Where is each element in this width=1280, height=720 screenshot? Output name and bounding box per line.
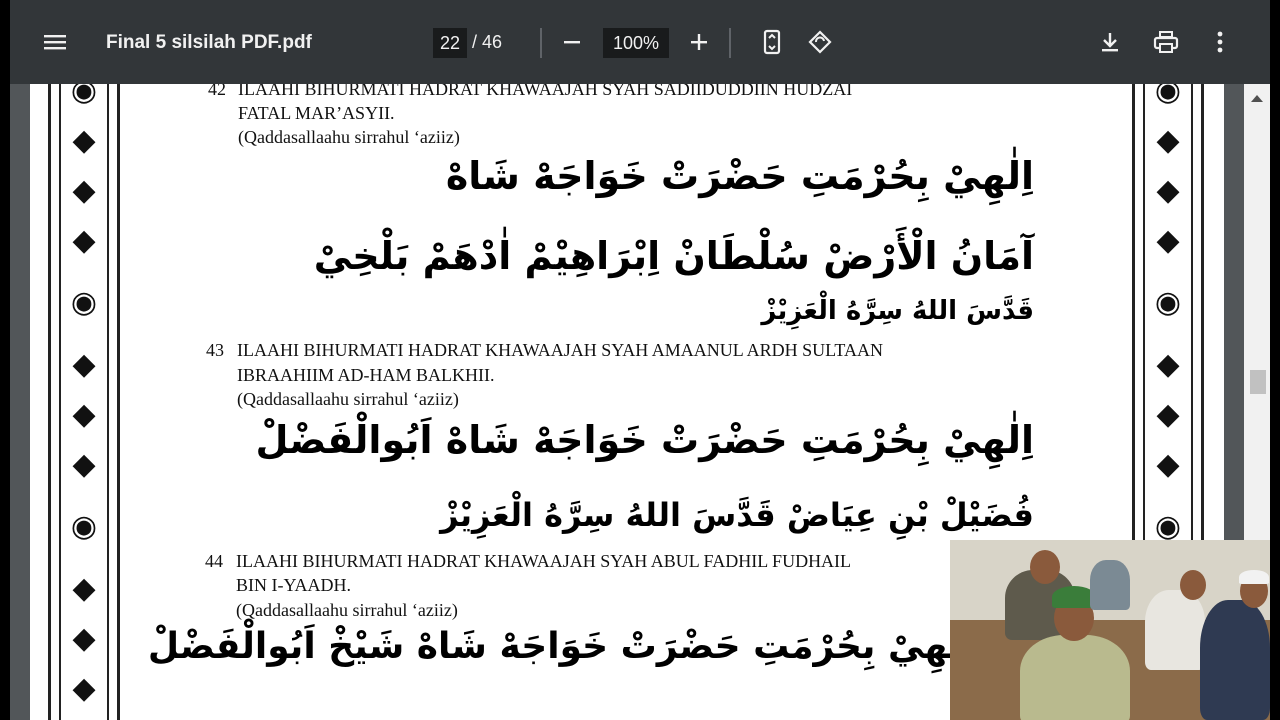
webcam-video-overlay [950,540,1270,720]
arabic-line: اِلٰهِيْ بِحُرْمَتِ حَضْرَتْ خَوَاجَهْ ش… [255,418,1034,462]
video-person-head [1030,550,1060,584]
entry-line: BIN I-YAADH. [236,575,351,595]
border-ornament-icon: ◉ [1154,84,1182,108]
video-person-head [1180,570,1206,600]
rotate-icon[interactable] [806,28,834,56]
menu-icon[interactable] [42,30,68,54]
arabic-line: قَدَّسَ اللهُ سِرَّهُ الْعَزِيْزْ [761,296,1034,326]
border-ornament-icon: ◆ [72,173,96,208]
entry-blessing: (Qaddasallaahu sirrahul ‘aziiz) [238,127,460,147]
entry-blessing: (Qaddasallaahu sirrahul ‘aziiz) [236,600,458,620]
entry-line: ILAAHI BIHURMATI HADRAT KHAWAAJAH SYAH A… [236,551,852,571]
arabic-line: اِلٰهِيْ بِحُرْمَتِ حَضْرَتْ خَوَاجَهْ ش… [445,154,1034,198]
scroll-up-arrow-icon[interactable] [1250,90,1264,108]
document-title: Final 5 silsilah PDF.pdf [106,32,312,53]
page-number-input[interactable]: 22 [433,28,467,58]
border-ornament-icon: ◆ [72,123,96,158]
border-ornament-icon: ◉ [70,285,98,320]
zoom-level-input[interactable]: 100% [603,28,669,58]
entry-number: 44 [205,551,223,571]
border-ornament-icon: ◆ [72,447,96,482]
arabic-line: آمَانُ الْأَرْضْ سُلْطَانْ اِبْرَاهِيْمْ… [313,234,1034,278]
toolbar-divider [729,28,731,58]
arabic-line: فُضَيْلْ بْنِ عِيَاضْ قَدَّسَ اللهُ سِرَ… [440,496,1034,534]
border-ornament-icon: ◆ [1156,447,1180,482]
border-ornament-icon: ◉ [70,509,98,544]
border-ornament-icon: ◆ [1156,123,1180,158]
border-ornament-icon: ◉ [1154,509,1182,544]
border-ornament-icon: ◆ [72,671,96,706]
video-person [1090,560,1130,610]
border-ornament-icon: ◆ [72,347,96,382]
entry-line: ILAAHI BIHURMATI HADRAT KHAWAAJAH SYAH S… [238,84,853,99]
entry-line: ILAAHI BIHURMATI HADRAT KHAWAAJAH SYAH A… [237,340,883,360]
download-icon[interactable] [1098,30,1122,54]
video-person [1145,590,1205,670]
zoom-out-icon[interactable] [560,30,584,54]
entry-line: FATAL MAR’ASYII. [238,103,395,123]
border-ornament-icon: ◆ [1156,223,1180,258]
scrollbar-thumb[interactable] [1250,370,1266,394]
border-ornament-icon: ◆ [72,571,96,606]
more-icon[interactable] [1210,30,1230,54]
page-total: / 46 [472,32,503,52]
fit-page-icon[interactable] [760,28,784,56]
border-ornament-icon: ◆ [72,223,96,258]
video-person [1200,600,1270,720]
border-ornament-icon: ◆ [1156,347,1180,382]
pdf-toolbar: Final 5 silsilah PDF.pdf 22 / 46 100% [10,0,1270,84]
border-ornament-icon: ◉ [70,84,98,108]
border-ornament-icon: ◆ [72,397,96,432]
ornamental-border-left: ◉ ◆ ◆ ◆ ◉ ◆ ◆ ◆ ◉ ◆ ◆ ◆ [48,84,120,720]
video-person [1020,635,1130,720]
entry-line: IBRAAHIIM AD-HAM BALKHII. [237,365,495,385]
border-ornament-icon: ◆ [1156,397,1180,432]
toolbar-divider [540,28,542,58]
entry-number: 42 [208,84,226,99]
border-ornament-icon: ◆ [1156,173,1180,208]
zoom-in-icon[interactable] [687,30,711,54]
entry-blessing: (Qaddasallaahu sirrahul ‘aziiz) [237,389,459,409]
border-ornament-icon: ◉ [1154,285,1182,320]
video-white-cap [1239,570,1269,584]
arabic-line: اِلٰهِيْ بِحُرْمَتِ حَضْرَتْ خَوَاجَهْ ش… [147,626,974,667]
border-ornament-icon: ◆ [72,621,96,656]
entry-number: 43 [206,340,224,360]
print-icon[interactable] [1152,30,1180,54]
